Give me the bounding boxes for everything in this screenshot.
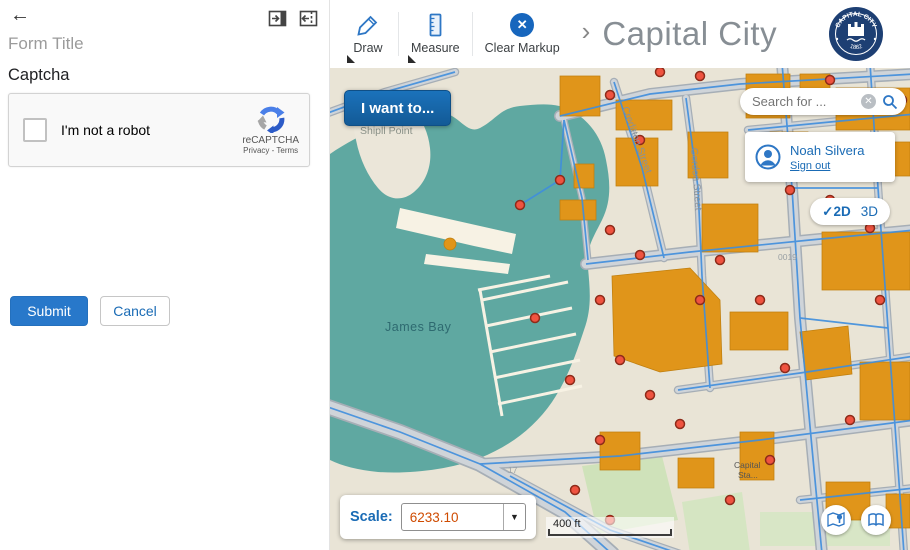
search-bar: ✕ bbox=[740, 88, 906, 115]
app-window: ← Form Title Captcha I'm not a robot bbox=[0, 0, 910, 550]
chevron-down-icon: ▼ bbox=[503, 504, 525, 530]
i-want-to-button[interactable]: I want to... bbox=[344, 90, 451, 126]
scale-value: 6233.10 bbox=[402, 510, 503, 525]
draw-dropdown-caret bbox=[347, 55, 355, 63]
search-input[interactable] bbox=[752, 94, 855, 109]
label-road17: 17 bbox=[508, 465, 518, 475]
app-title: Capital City bbox=[602, 15, 777, 53]
captcha-heading: Captcha bbox=[8, 66, 69, 85]
basemap-icon bbox=[826, 510, 846, 530]
back-button[interactable]: ← bbox=[10, 4, 30, 27]
pencil-icon bbox=[356, 13, 380, 37]
recaptcha-privacy-terms[interactable]: Privacy - Terms bbox=[243, 146, 298, 155]
toggle-3d-button[interactable]: 3D bbox=[861, 204, 878, 219]
user-card: Noah Silvera Sign out bbox=[745, 132, 895, 182]
form-actions: Submit Cancel bbox=[10, 296, 170, 326]
recaptcha-brand: reCAPTCHA Privacy - Terms bbox=[242, 105, 299, 155]
map-view[interactable]: Shipll Point James Bay Creditton Street … bbox=[330, 68, 910, 550]
scale-dropdown[interactable]: 6233.10 ▼ bbox=[401, 503, 526, 531]
scale-label: Scale: bbox=[350, 509, 393, 525]
panel-controls bbox=[267, 8, 319, 29]
bookmarks-button[interactable] bbox=[861, 505, 891, 535]
measure-label: Measure bbox=[411, 41, 460, 55]
check-icon: ✓ bbox=[822, 204, 833, 219]
label-sta: Sta... bbox=[738, 470, 758, 480]
user-icon bbox=[755, 144, 781, 170]
measure-dropdown-caret bbox=[408, 55, 416, 63]
submit-button[interactable]: Submit bbox=[10, 296, 88, 326]
book-icon bbox=[867, 511, 885, 529]
recaptcha-widget: I'm not a robot reCAPTCHA Privacy - Term… bbox=[8, 93, 310, 167]
recaptcha-logo-icon bbox=[257, 105, 285, 133]
user-name: Noah Silvera bbox=[790, 143, 864, 158]
label-shoal-point: Shipll Point bbox=[360, 125, 413, 137]
capital-city-logo: CAPITAL CITY 1862 bbox=[828, 6, 884, 62]
main-area: Draw Measure ✕ Clear Markup › Capital Ci… bbox=[330, 0, 910, 550]
draw-label: Draw bbox=[353, 41, 382, 55]
label-parcel: 0019 bbox=[778, 252, 797, 262]
breadcrumb-chevron[interactable]: › bbox=[582, 16, 591, 47]
recaptcha-checkbox[interactable] bbox=[23, 118, 47, 142]
label-james-bay: James Bay bbox=[385, 320, 452, 334]
scalebar-bracket bbox=[548, 529, 672, 536]
draw-tool-button[interactable]: Draw bbox=[342, 0, 394, 68]
scalebar: 400 ft bbox=[546, 517, 674, 538]
form-title: Form Title bbox=[8, 34, 84, 54]
clear-markup-icon: ✕ bbox=[510, 13, 534, 37]
toolbar-separator bbox=[472, 12, 473, 56]
clear-markup-button[interactable]: ✕ Clear Markup bbox=[477, 0, 568, 68]
view-dimension-toggle: ✓2D 3D bbox=[810, 198, 890, 225]
recaptcha-label: I'm not a robot bbox=[61, 122, 150, 138]
expand-panel-icon[interactable] bbox=[298, 8, 319, 29]
label-capital: Capital bbox=[734, 460, 761, 470]
recaptcha-brand-name: reCAPTCHA bbox=[242, 135, 299, 146]
sign-out-link[interactable]: Sign out bbox=[790, 160, 864, 172]
basemap-button[interactable] bbox=[821, 505, 851, 535]
dock-panel-icon[interactable] bbox=[267, 8, 288, 29]
measure-tool-button[interactable]: Measure bbox=[403, 0, 468, 68]
toolbar-separator bbox=[398, 12, 399, 56]
cancel-button[interactable]: Cancel bbox=[100, 296, 170, 326]
ruler-icon bbox=[423, 13, 447, 37]
search-icon[interactable] bbox=[882, 94, 898, 110]
form-panel: ← Form Title Captcha I'm not a robot bbox=[0, 0, 330, 550]
top-toolbar: Draw Measure ✕ Clear Markup › Capital Ci… bbox=[330, 0, 910, 68]
scale-widget: Scale: 6233.10 ▼ bbox=[340, 495, 536, 539]
search-clear-icon[interactable]: ✕ bbox=[861, 94, 876, 109]
toggle-2d-button[interactable]: ✓2D bbox=[822, 204, 851, 220]
clear-markup-label: Clear Markup bbox=[485, 41, 560, 55]
